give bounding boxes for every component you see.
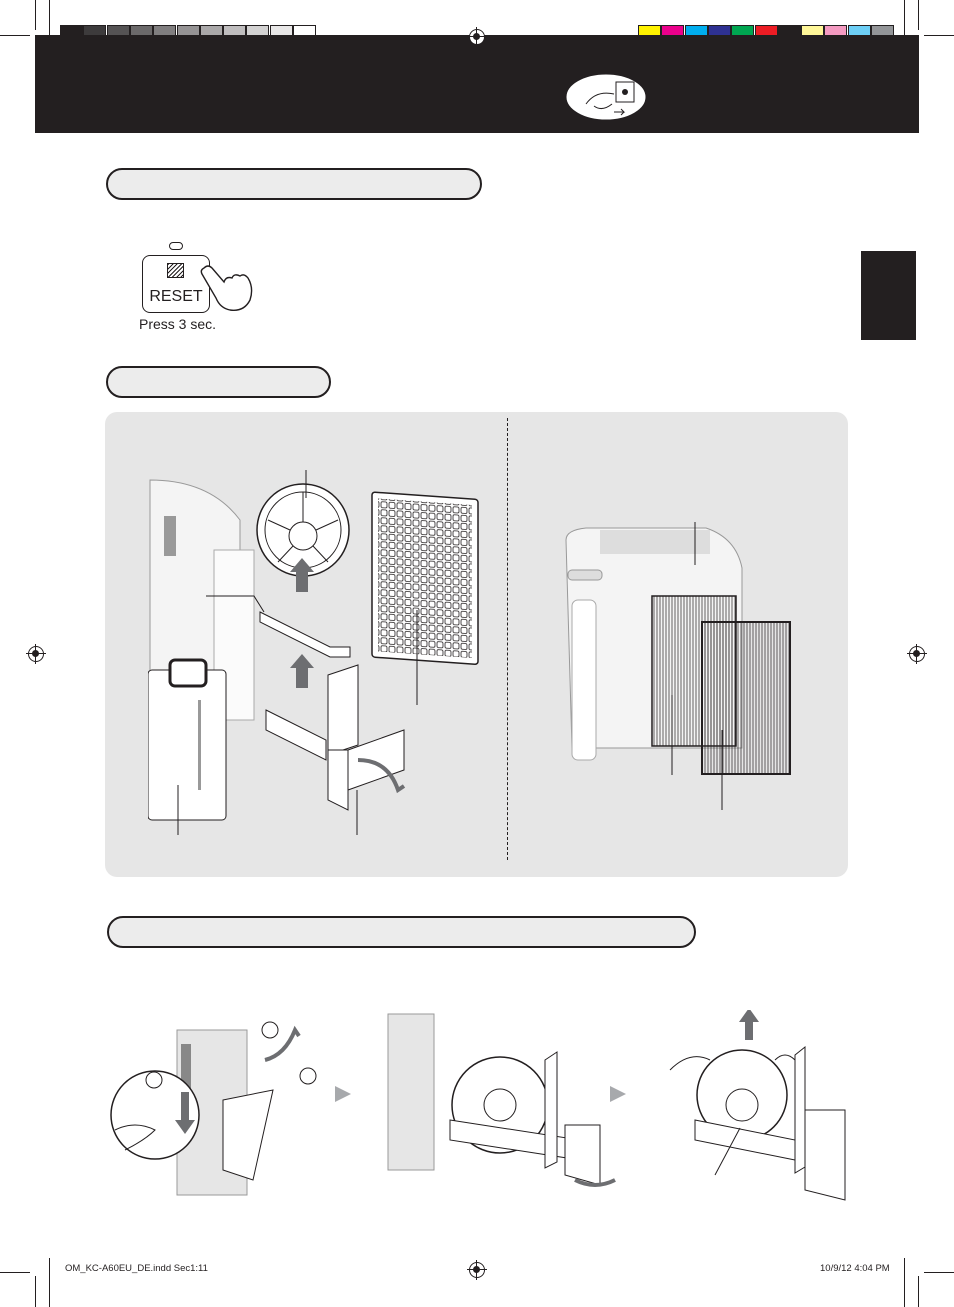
section-heading-bar: [106, 366, 331, 398]
unplug-icon: [565, 73, 647, 121]
next-arrow-icon: [610, 1086, 626, 1102]
humidifier-parts-illustration: [148, 470, 479, 835]
filter-removal-steps-illustration: [110, 1010, 846, 1201]
header-band: [35, 35, 919, 133]
registration-mark-icon: [907, 644, 927, 664]
pointing-hand-icon: [200, 265, 253, 311]
filter-parts-illustration: [565, 522, 791, 810]
panel-divider: [507, 418, 508, 860]
registration-mark-icon: [26, 644, 46, 664]
registration-mark-icon: [467, 27, 487, 47]
crop-mark: [924, 35, 954, 36]
step-circle: [261, 1021, 279, 1039]
crop-mark: [924, 1272, 954, 1273]
footer-timestamp: 10/9/12 4:04 PM: [820, 1263, 890, 1274]
step-circle: [299, 1067, 317, 1085]
crop-mark: [918, 1276, 919, 1307]
crop-mark: [0, 35, 30, 36]
crop-mark: [35, 0, 36, 30]
indicator-lamp-icon: [169, 242, 183, 250]
crop-mark: [35, 1276, 36, 1307]
button-hatch-icon: [167, 263, 184, 278]
crop-mark: [49, 1258, 50, 1307]
section-heading-bar: [106, 168, 482, 200]
crop-mark: [0, 1272, 30, 1273]
footer-file-info: OM_KC-A60EU_DE.indd Sec1:11: [65, 1263, 208, 1274]
crop-mark: [918, 0, 919, 30]
step-circle: [145, 1071, 163, 1089]
next-arrow-icon: [335, 1086, 351, 1102]
section-heading-bar: [107, 916, 696, 948]
section-tab: [861, 251, 916, 340]
registration-mark-icon: [467, 1260, 487, 1280]
press-instruction: Press 3 sec.: [139, 316, 217, 332]
crop-mark: [904, 1258, 905, 1307]
